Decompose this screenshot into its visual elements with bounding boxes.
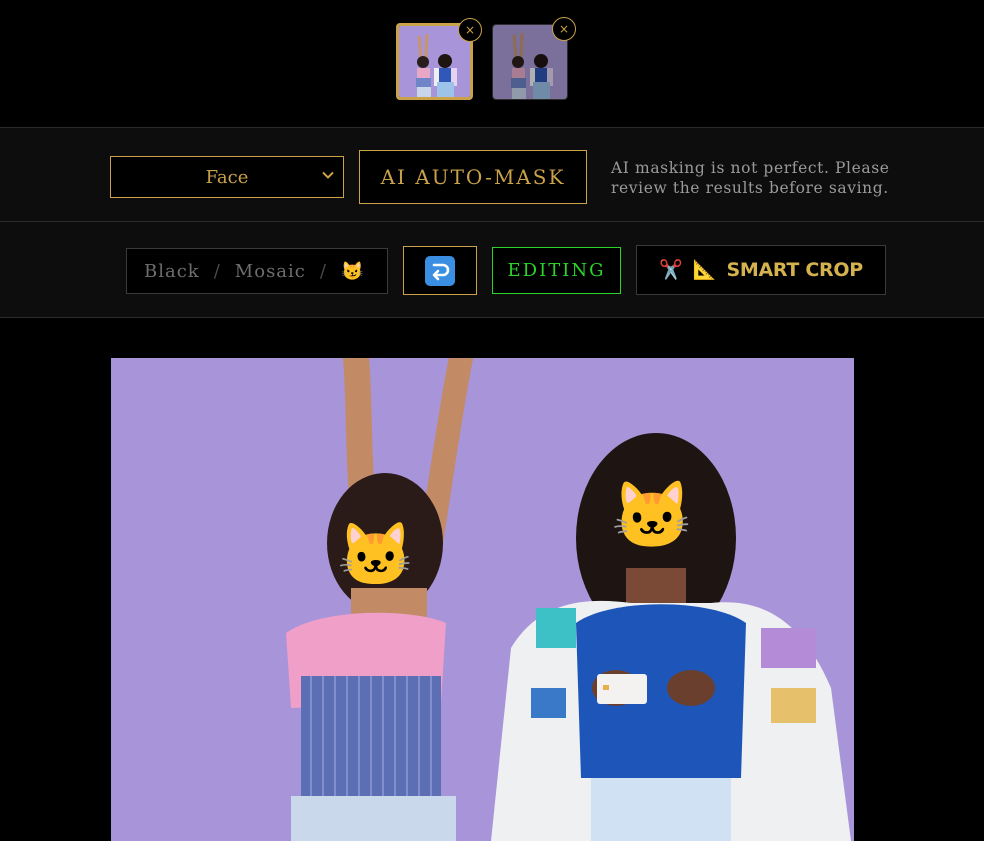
thumbnail-strip: × × [0,0,984,127]
face-mask-emoji-right[interactable]: 🐱 [611,483,693,549]
face-mask-emoji-left[interactable]: 🐱 [337,524,414,586]
undo-button[interactable] [403,246,477,295]
mask-target-value: Face [205,166,249,188]
editing-canvas[interactable]: 🐱 🐱 [111,358,854,841]
edit-toolbar: Black / Mosaic / 😼 EDITING ✂️ 📐 SMART CR… [0,222,984,318]
smart-crop-label: SMART CROP [726,259,864,281]
photo-preview [111,358,854,841]
mask-toolbar: Face AI AUTO-MASK AI masking is not perf… [0,127,984,222]
mask-target-select[interactable]: Face [110,156,344,198]
app-root: × × Face AI AUTO-MASK AI masking is not … [0,0,984,841]
ai-masking-note: AI masking is not perfect. Please review… [611,159,890,197]
mode-separator: / [213,260,221,282]
undo-arrow-icon [425,255,455,286]
smart-crop-button[interactable]: ✂️ 📐 SMART CROP [636,245,886,295]
mode-black-option[interactable]: Black [144,261,200,282]
mode-mosaic-option[interactable]: Mosaic [235,261,306,282]
editing-toggle-button[interactable]: EDITING [492,247,621,294]
mode-emoji-cat-option[interactable]: 😼 [341,261,364,282]
chevron-down-icon [322,171,334,179]
thumbnail-2-remove-icon[interactable]: × [552,17,576,41]
ai-auto-mask-button[interactable]: AI AUTO-MASK [359,150,587,204]
thumbnail-1-remove-icon[interactable]: × [458,18,482,42]
mode-separator: / [319,260,327,282]
scissors-icon: ✂️ [659,258,683,281]
ruler-triangle-icon: 📐 [692,258,717,281]
mask-style-group: Black / Mosaic / 😼 [126,248,388,294]
